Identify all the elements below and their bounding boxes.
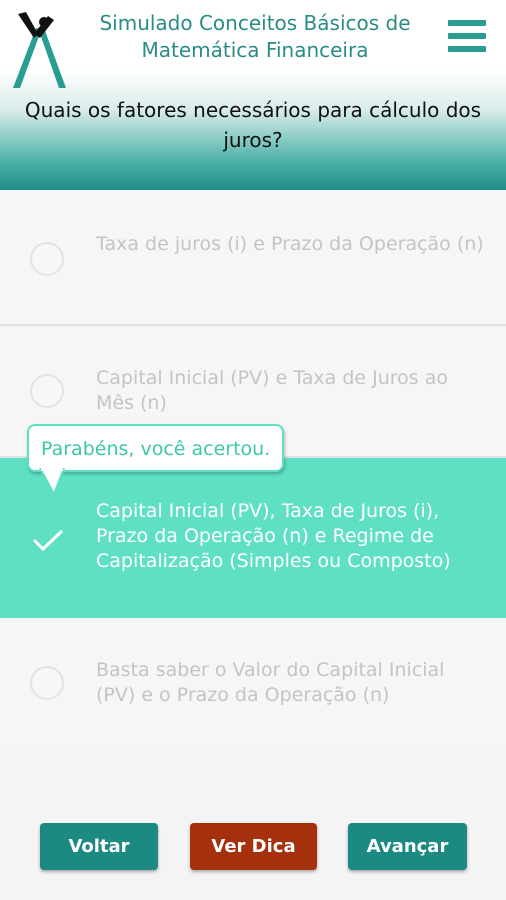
tooltip-tail — [38, 468, 66, 496]
option-3-correct[interactable]: Capital Inicial (PV), Taxa de Juros (i),… — [0, 458, 506, 618]
radio-button[interactable] — [30, 242, 64, 276]
radio-button[interactable] — [30, 374, 64, 408]
hamburger-menu-icon[interactable] — [448, 20, 486, 60]
option-text: Taxa de juros (i) e Prazo da Operação (n… — [96, 233, 484, 255]
scale-logo-icon — [13, 12, 66, 88]
hint-button[interactable]: Ver Dica — [190, 823, 317, 870]
next-button[interactable]: Avançar — [348, 823, 467, 870]
app-title: Simulado Conceitos Básicos de Matemática… — [99, 11, 411, 62]
option-text: Capital Inicial (PV), Taxa de Juros (i),… — [96, 500, 451, 572]
back-button[interactable]: Voltar — [40, 823, 158, 870]
radio-button[interactable] — [30, 666, 64, 700]
option-text: Basta saber o Valor do Capital Inicial (… — [96, 659, 445, 706]
option-4[interactable]: Basta saber o Valor do Capital Inicial (… — [0, 618, 506, 750]
header: Simulado Conceitos Básicos de Matemática… — [0, 0, 506, 190]
option-1[interactable]: Taxa de juros (i) e Prazo da Operação (n… — [0, 190, 506, 326]
feedback-tooltip: Parabéns, você acertou. — [27, 424, 285, 472]
question-text: Quais os fatores necessários para cálcul… — [24, 98, 482, 152]
option-text: Capital Inicial (PV) e Taxa de Juros ao … — [96, 367, 449, 414]
checkmark-icon — [32, 529, 64, 552]
